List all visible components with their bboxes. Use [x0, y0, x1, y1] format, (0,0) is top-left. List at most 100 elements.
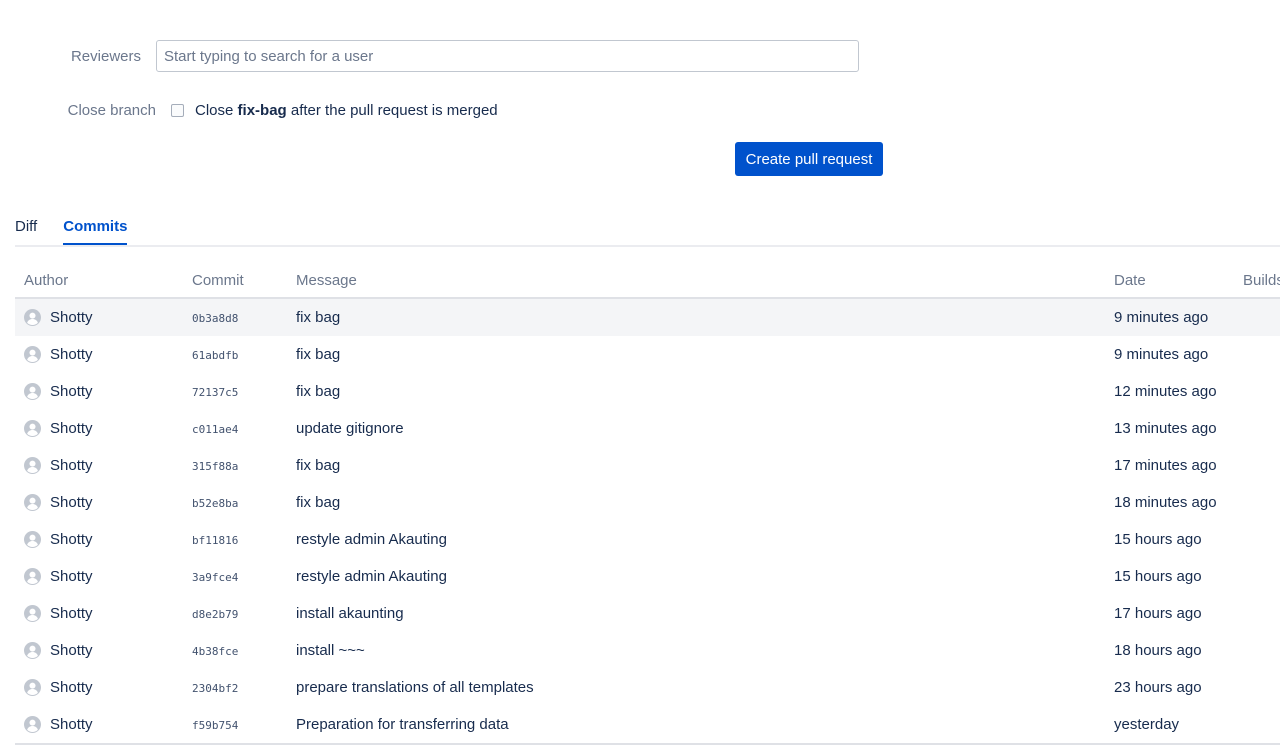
- author-cell: Shotty: [15, 521, 192, 558]
- author-name[interactable]: Shotty: [50, 716, 93, 733]
- table-row[interactable]: Shotty bf11816 restyle admin Akauting 15 ho…: [15, 521, 1280, 558]
- author-name[interactable]: Shotty: [50, 346, 93, 363]
- commit-date: 17 minutes ago: [1114, 457, 1217, 474]
- date-cell: 17 minutes ago: [1114, 447, 1243, 484]
- commit-cell: f59b754: [192, 706, 296, 745]
- commit-cell: b52e8ba: [192, 484, 296, 521]
- tab-commits[interactable]: Commits: [63, 210, 128, 245]
- commit-cell: bf11816: [192, 521, 296, 558]
- close-branch-row: Close branch Close fix-bag after the pul…: [0, 98, 498, 122]
- commit-hash-link[interactable]: b52e8ba: [192, 497, 238, 510]
- commit-hash-link[interactable]: 315f88a: [192, 460, 238, 473]
- table-row[interactable]: Shotty 72137c5 fix bag 12 minutes ago: [15, 373, 1280, 410]
- table-row[interactable]: Shotty 61abdfb fix bag 9 minutes ago: [15, 336, 1280, 373]
- user-avatar-icon: [24, 605, 41, 622]
- close-branch-checkbox[interactable]: [171, 103, 184, 117]
- builds-cell: [1243, 336, 1280, 373]
- user-avatar-icon: [24, 346, 41, 363]
- commit-cell: 72137c5: [192, 373, 296, 410]
- close-text-after: after the pull request is merged: [286, 101, 498, 119]
- table-row[interactable]: Shotty c011ae4 update gitignore 13 minutes …: [15, 410, 1280, 447]
- author-cell: Shotty: [15, 595, 192, 632]
- author-name[interactable]: Shotty: [50, 457, 93, 474]
- commit-hash-link[interactable]: 2304bf2: [192, 682, 238, 695]
- date-cell: 15 hours ago: [1114, 558, 1243, 595]
- builds-cell: [1243, 521, 1280, 558]
- user-avatar-icon: [24, 420, 41, 437]
- message-cell: restyle admin Akauting: [296, 521, 1114, 558]
- author-name[interactable]: Shotty: [50, 494, 93, 511]
- commit-date: 15 hours ago: [1114, 531, 1202, 548]
- reviewers-search-input[interactable]: [156, 40, 859, 72]
- author-cell: Shotty: [15, 336, 192, 373]
- builds-cell: [1243, 595, 1280, 632]
- create-pull-request-page: Reviewers Close branch Close fix-bag aft…: [0, 0, 1280, 750]
- author-wrapper: Shotty: [24, 679, 192, 696]
- commit-hash-link[interactable]: 0b3a8d8: [192, 312, 238, 325]
- commit-hash-link[interactable]: d8e2b79: [192, 608, 238, 621]
- author-name[interactable]: Shotty: [50, 383, 93, 400]
- message-cell: update gitignore: [296, 410, 1114, 447]
- builds-cell: [1243, 410, 1280, 447]
- author-wrapper: Shotty: [24, 420, 192, 437]
- commit-hash-link[interactable]: c011ae4: [192, 423, 238, 436]
- date-cell: 18 minutes ago: [1114, 484, 1243, 521]
- author-cell: Shotty: [15, 484, 192, 521]
- header-message: Message: [296, 264, 1114, 299]
- author-name[interactable]: Shotty: [50, 309, 93, 326]
- table-row[interactable]: Shotty f59b754 Preparation for transferrin…: [15, 706, 1280, 745]
- table-row[interactable]: Shotty 2304bf2 prepare translations of all…: [15, 669, 1280, 706]
- commit-date: 13 minutes ago: [1114, 420, 1217, 437]
- commit-cell: 61abdfb: [192, 336, 296, 373]
- reviewers-label: Reviewers: [70, 47, 141, 65]
- table-row[interactable]: Shotty d8e2b79 install akaunting 17 hours a…: [15, 595, 1280, 632]
- user-avatar-icon: [24, 642, 41, 659]
- author-wrapper: Shotty: [24, 605, 192, 622]
- author-wrapper: Shotty: [24, 457, 192, 474]
- commit-date: 9 minutes ago: [1114, 346, 1209, 363]
- user-avatar-icon: [24, 531, 41, 548]
- table-row[interactable]: Shotty 3a9fce4 restyle admin Akauting 15 ho…: [15, 558, 1280, 595]
- author-name[interactable]: Shotty: [50, 642, 93, 659]
- commit-message: update gitignore: [296, 420, 404, 437]
- commit-hash-link[interactable]: 4b38fce: [192, 645, 238, 658]
- commit-cell: 4b38fce: [192, 632, 296, 669]
- close-branch-text[interactable]: Close fix-bag after the pull request is …: [195, 102, 498, 119]
- author-name[interactable]: Shotty: [50, 679, 93, 696]
- author-name[interactable]: Shotty: [50, 568, 93, 585]
- message-cell: fix bag: [296, 336, 1114, 373]
- commit-hash-link[interactable]: 61abdfb: [192, 349, 238, 362]
- commit-date: 18 hours ago: [1114, 642, 1202, 659]
- user-avatar-icon: [24, 568, 41, 585]
- header-commit: Commit: [192, 264, 296, 299]
- create-pull-request-button[interactable]: Create pull request: [735, 142, 883, 176]
- table-row[interactable]: Shotty 315f88a fix bag 17 minutes ago: [15, 447, 1280, 484]
- commit-rows: Shotty 0b3a8d8 fix bag 9 minutes ago Shotty 6…: [15, 298, 1280, 745]
- message-cell: install ~~~: [296, 632, 1114, 669]
- commit-hash-link[interactable]: bf11816: [192, 534, 238, 547]
- message-cell: fix bag: [296, 447, 1114, 484]
- commit-message: prepare translations of all templates: [296, 679, 534, 696]
- commit-hash-link[interactable]: f59b754: [192, 719, 238, 732]
- table-row[interactable]: Shotty 0b3a8d8 fix bag 9 minutes ago: [15, 298, 1280, 336]
- commit-message: Preparation for transferring data: [296, 716, 509, 733]
- user-avatar-icon: [24, 494, 41, 511]
- commit-date: 23 hours ago: [1114, 679, 1202, 696]
- reviewers-row: Reviewers: [0, 40, 859, 72]
- commit-hash-link[interactable]: 72137c5: [192, 386, 238, 399]
- header-builds: Builds: [1243, 264, 1280, 299]
- commit-message: restyle admin Akauting: [296, 531, 447, 548]
- table-row[interactable]: Shotty 4b38fce install ~~~ 18 hours ago: [15, 632, 1280, 669]
- author-name[interactable]: Shotty: [50, 531, 93, 548]
- author-name[interactable]: Shotty: [50, 420, 93, 437]
- builds-cell: [1243, 484, 1280, 521]
- commit-message: fix bag: [296, 457, 341, 474]
- date-cell: 9 minutes ago: [1114, 336, 1243, 373]
- table-row[interactable]: Shotty b52e8ba fix bag 18 minutes ago: [15, 484, 1280, 521]
- commit-cell: c011ae4: [192, 410, 296, 447]
- commit-hash-link[interactable]: 3a9fce4: [192, 571, 238, 584]
- author-name[interactable]: Shotty: [50, 605, 93, 622]
- tab-diff[interactable]: Diff: [15, 210, 37, 243]
- user-avatar-icon: [24, 679, 41, 696]
- commit-cell: 0b3a8d8: [192, 298, 296, 336]
